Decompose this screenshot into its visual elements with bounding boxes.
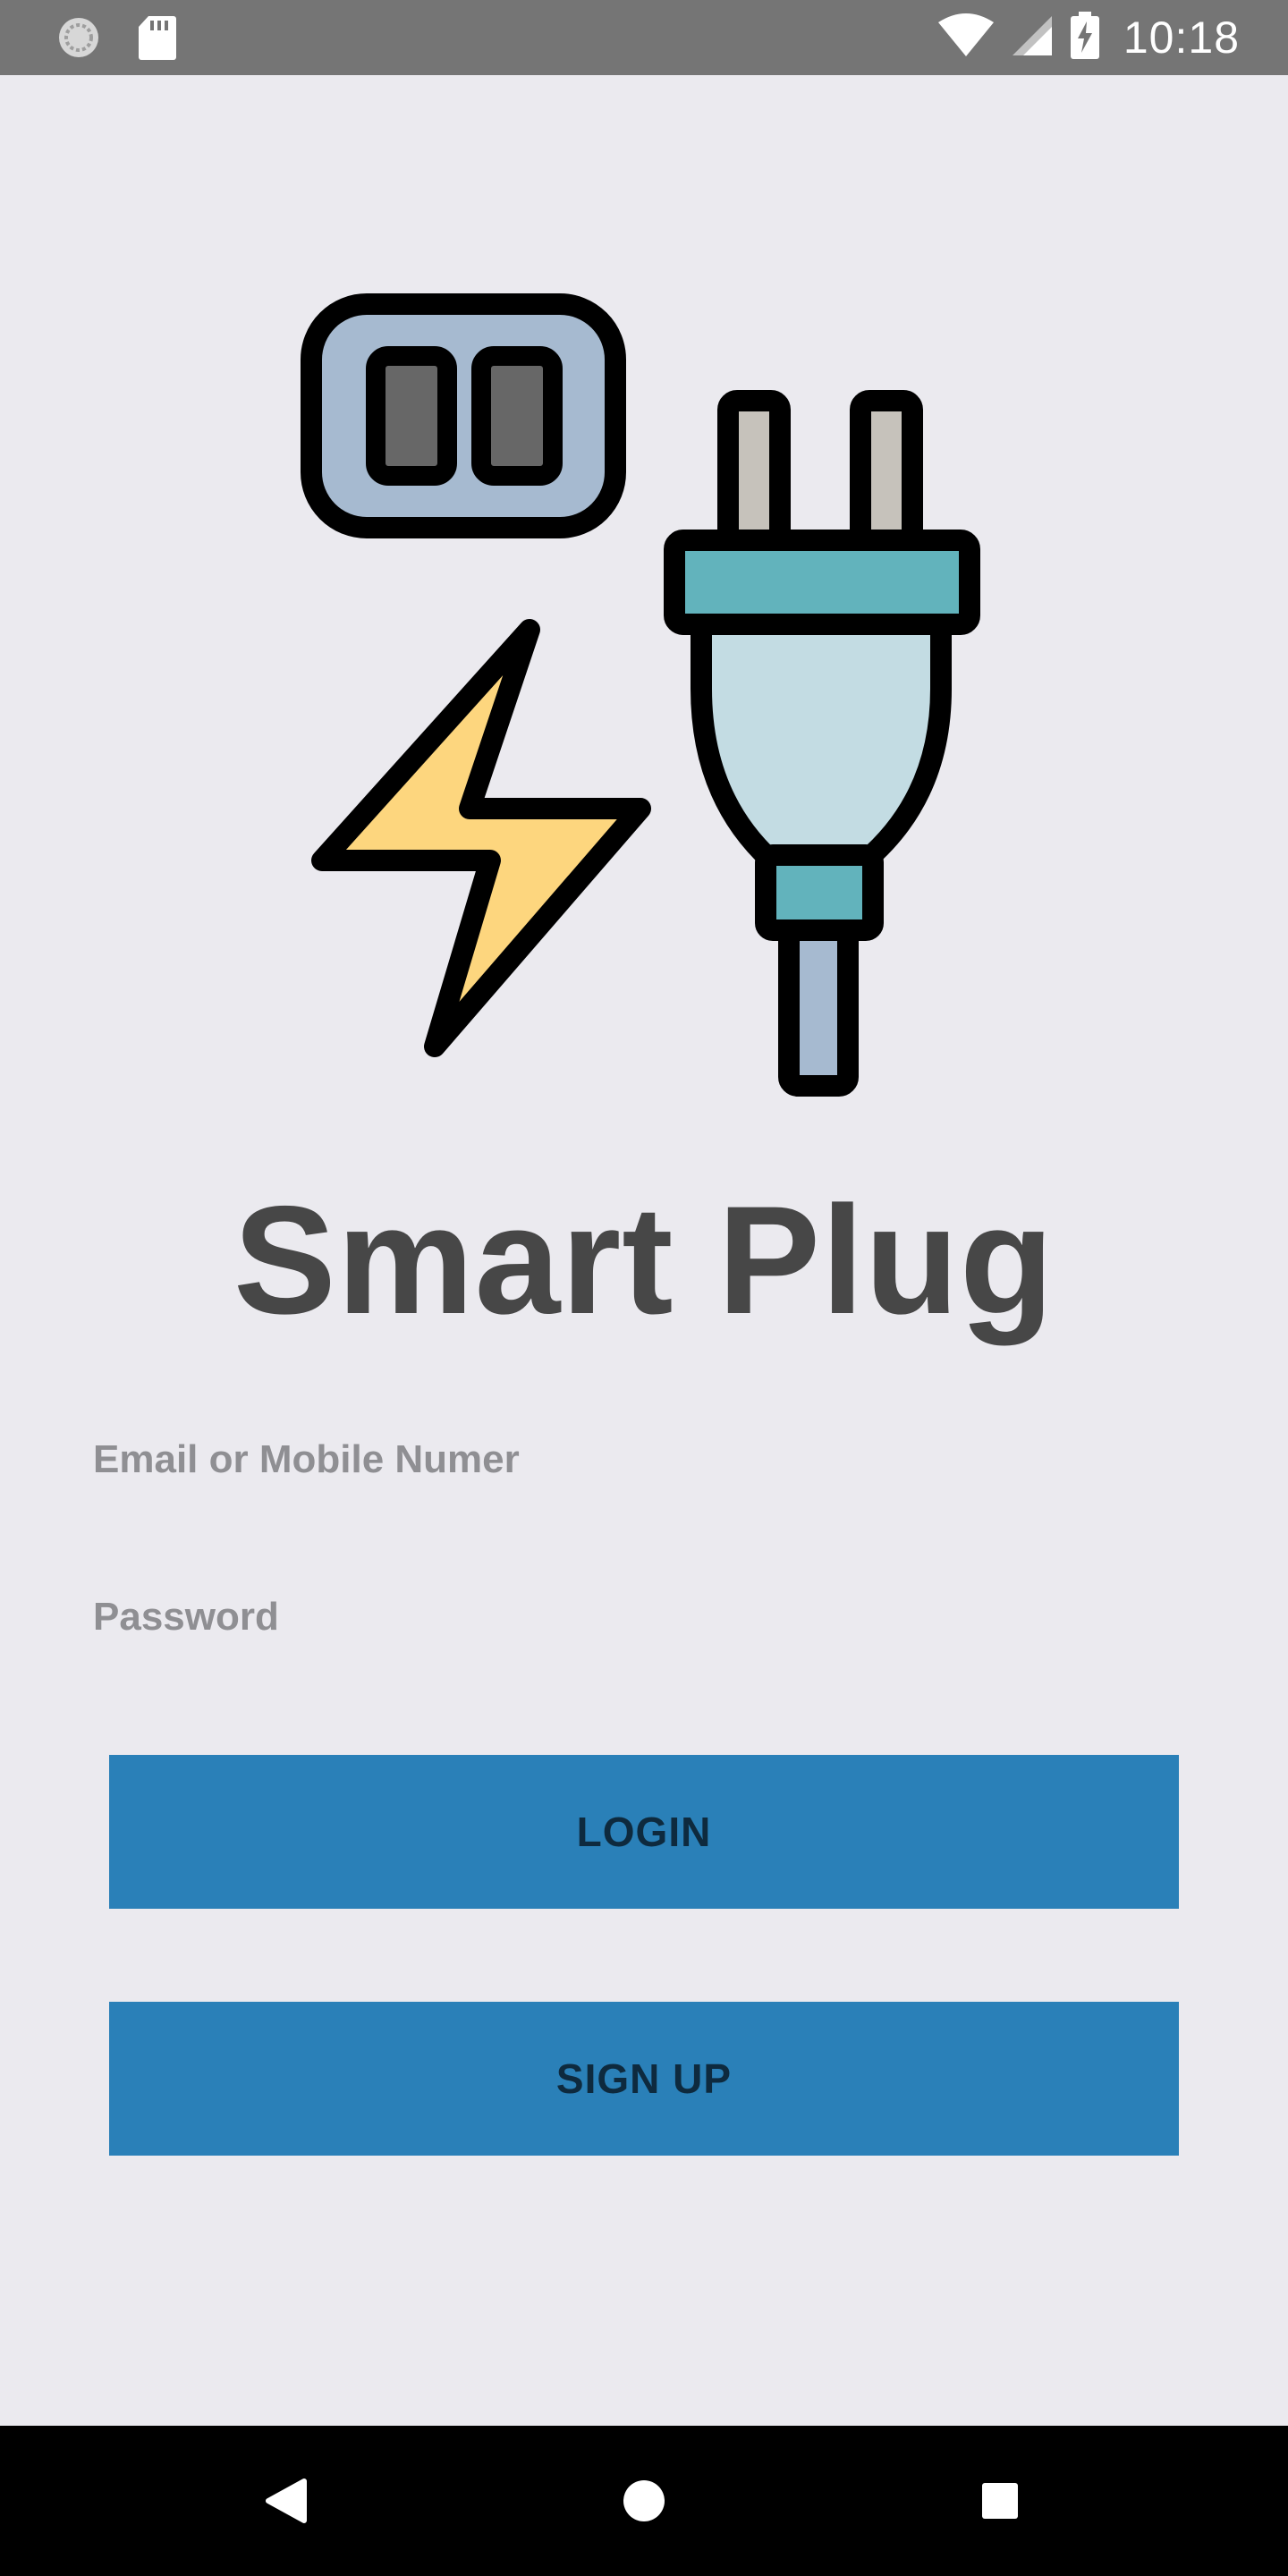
- recents-icon: [982, 2483, 1018, 2519]
- login-button[interactable]: LOGIN: [109, 1755, 1179, 1909]
- cell-signal-icon: [1011, 14, 1054, 62]
- signup-button[interactable]: SIGN UP: [109, 2002, 1179, 2156]
- app-title: Smart Plug: [233, 1174, 1055, 1346]
- status-bar: 10:18: [0, 0, 1288, 75]
- home-icon: [623, 2480, 665, 2521]
- hero-illustration: [301, 293, 980, 1097]
- email-field[interactable]: [93, 1406, 1195, 1513]
- navigation-bar: [0, 2426, 1288, 2576]
- recents-button[interactable]: [955, 2456, 1045, 2546]
- back-button[interactable]: [242, 2456, 331, 2546]
- login-screen: 10:18 Smart Plug Email or Mobile Numer L…: [0, 0, 1288, 2576]
- sd-card-icon: [138, 14, 177, 65]
- back-icon: [266, 2479, 307, 2523]
- plug-icon: [664, 390, 980, 1097]
- outlet-icon: [301, 293, 626, 538]
- battery-charging-icon: [1070, 11, 1100, 64]
- wifi-icon: [937, 13, 995, 63]
- lightning-bolt-icon: [311, 619, 651, 1057]
- sync-icon: [55, 14, 102, 65]
- home-button[interactable]: [599, 2456, 689, 2546]
- password-field[interactable]: [93, 1563, 1195, 1671]
- clock: 10:18: [1123, 13, 1240, 63]
